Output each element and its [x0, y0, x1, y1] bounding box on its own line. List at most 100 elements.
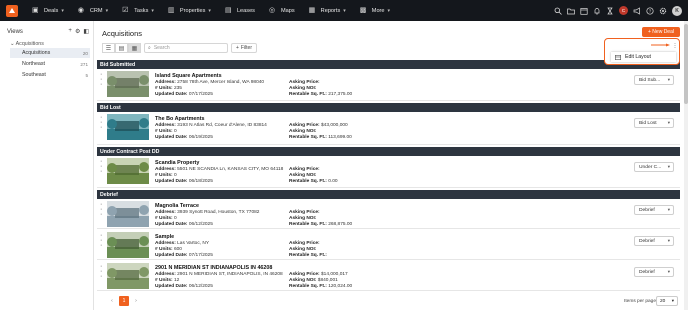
asking-noi-field: Asking NOI:: [289, 129, 316, 134]
card-menu-icon[interactable]: · · ·: [100, 263, 102, 280]
layout-icon: [615, 54, 621, 60]
nav-item-properties[interactable]: ▥ Properties ▾: [168, 7, 211, 15]
stage-select[interactable]: Bid Sub... ▾: [634, 75, 674, 85]
field-value: Las Vartoc, NY: [177, 241, 210, 246]
scrollbar-thumb[interactable]: [684, 24, 688, 104]
field-label: Rentable Sq. Ft.:: [289, 92, 327, 97]
card-menu-icon[interactable]: · · ·: [100, 201, 102, 218]
property-photo[interactable]: [107, 263, 149, 289]
search-input[interactable]: ⌕ Search: [144, 43, 228, 53]
rentable-sqft-field: Rentable Sq. Ft.:: [289, 253, 327, 258]
property-name[interactable]: The Bo Apartments: [155, 116, 205, 122]
stage-select[interactable]: Debrief ▾: [634, 267, 674, 277]
deal-card[interactable]: · · · The Bo Apartments Address: 3193 N Atla…: [97, 112, 680, 145]
field-value: 120,024.00: [328, 284, 353, 289]
field-value: $14,000,017: [321, 272, 348, 277]
chevron-down-icon: ▾: [387, 7, 391, 14]
stage-value: Bid Lost: [639, 120, 657, 126]
help-icon[interactable]: ?: [646, 6, 654, 15]
megaphone-icon[interactable]: [633, 6, 641, 15]
more-options-icon[interactable]: · · ·: [674, 41, 676, 51]
field-value: 3939 Synott Road, Houston, TX 77082: [177, 210, 260, 215]
filter-button[interactable]: + Filter: [231, 43, 257, 53]
field-value: 06/18/2025: [188, 179, 213, 184]
items-per-page-select[interactable]: 20 ▾: [656, 296, 678, 306]
nav-item-deals[interactable]: ▣ Deals ▾: [32, 7, 64, 15]
address-field: Address: 2901 N MERIDIAN ST, INDIANAPOLI…: [155, 272, 283, 277]
property-name[interactable]: Sample: [155, 234, 174, 240]
list-view-button[interactable]: ☰: [102, 43, 115, 53]
property-name[interactable]: 2901 N MERIDIAN ST INDIANAPOLIS IN 46208: [155, 265, 272, 271]
stage-select[interactable]: Bid Lost ▾: [634, 118, 674, 128]
nav-item-reports[interactable]: ▦ Reports ▾: [309, 7, 346, 15]
deal-card[interactable]: · · · Island Square Apartments Address: 2758…: [97, 69, 680, 101]
card-menu-icon[interactable]: · · ·: [100, 158, 102, 175]
field-label: Address:: [155, 123, 176, 128]
top-navbar: ▣ Deals ▾ ◉ CRM ▾ ☑ Tasks ▾ ▥ Properties ▾ ▤ Leases ◎ M…: [0, 0, 688, 21]
app-logo-icon[interactable]: [6, 4, 18, 17]
stage-select[interactable]: Debrief ▾: [634, 205, 674, 215]
card-menu-icon[interactable]: · · ·: [100, 232, 102, 249]
stage-value: Debrief: [639, 238, 655, 244]
page-1-button[interactable]: 1: [119, 296, 129, 306]
calendar-icon[interactable]: [580, 7, 588, 15]
rentable-sqft-field: Rentable Sq. Ft.: 217,375.00: [289, 92, 352, 97]
view-settings-gear-icon[interactable]: ⚙: [75, 28, 80, 35]
field-label: Asking Price:: [289, 167, 320, 172]
asking-price-field: Asking Price:: [289, 167, 320, 172]
stage-select[interactable]: Under C... ▾: [634, 162, 674, 172]
deal-card[interactable]: · · · Scandia Property Address: 5501 NE SCAN…: [97, 156, 680, 188]
field-value: 06/12/2025: [188, 284, 213, 289]
sidebar-item-label: Acquisitions: [22, 50, 51, 56]
views-group-acquisitions[interactable]: ⌄ Acquisitions: [10, 41, 44, 47]
property-name[interactable]: Island Square Apartments: [155, 73, 222, 79]
maps-icon: ◎: [268, 6, 276, 14]
property-name[interactable]: Scandia Property: [155, 160, 199, 166]
user-avatar-small[interactable]: C: [619, 6, 628, 15]
card-menu-icon[interactable]: · · ·: [100, 71, 102, 88]
property-name[interactable]: Magnolia Terrace: [155, 203, 199, 209]
add-view-icon[interactable]: +: [68, 28, 72, 35]
bell-icon[interactable]: [593, 7, 601, 15]
next-page-button[interactable]: ›: [131, 296, 141, 306]
sidebar-item-acquisitions[interactable]: Acquisitions 20: [10, 48, 90, 58]
deal-card[interactable]: · · · Sample Address: Las Vartoc, NY # Units:…: [97, 230, 680, 260]
sidebar-item-northeast[interactable]: Northeast 271: [10, 59, 90, 69]
table-view-button[interactable]: ▤: [115, 43, 128, 53]
timer-icon[interactable]: [606, 7, 614, 15]
folder-icon[interactable]: [567, 7, 575, 15]
settings-gear-icon[interactable]: [659, 7, 667, 15]
sidebar-item-southeast[interactable]: Southeast 5: [10, 70, 90, 80]
address-field: Address: 3193 N Atlas Rd, Coeur d'Alene,…: [155, 123, 267, 128]
nav-item-maps[interactable]: ◎ Maps: [269, 7, 295, 15]
tasks-icon: ☑: [122, 6, 129, 14]
property-photo[interactable]: [107, 71, 149, 97]
table-icon: ▤: [118, 45, 125, 52]
field-value: 0: [173, 129, 177, 134]
field-value: 07/17/2025: [188, 92, 213, 97]
prev-page-button[interactable]: ‹: [107, 296, 117, 306]
property-photo[interactable]: [107, 158, 149, 184]
nav-item-crm[interactable]: ◉ CRM ▾: [78, 7, 108, 15]
property-photo[interactable]: [107, 232, 149, 258]
field-label: Updated Date:: [155, 135, 188, 140]
deal-card[interactable]: · · · 2901 N MERIDIAN ST INDIANAPOLIS IN 46…: [97, 261, 680, 291]
nav-item-leases[interactable]: ▤ Leases: [225, 7, 255, 15]
property-photo[interactable]: [107, 201, 149, 227]
property-photo[interactable]: [107, 114, 149, 140]
stage-select[interactable]: Debrief ▾: [634, 236, 674, 246]
search-icon[interactable]: [554, 7, 562, 15]
nav-item-more[interactable]: ▩ More ▾: [360, 7, 390, 15]
stage-section-header: Bid Lost: [97, 103, 680, 112]
nav-item-label: Tasks: [134, 7, 149, 14]
card-menu-icon[interactable]: · · ·: [100, 114, 102, 131]
field-label: Address:: [155, 241, 176, 246]
nav-item-tasks[interactable]: ☑ Tasks ▾: [122, 7, 154, 15]
collapse-sidebar-icon[interactable]: ◧: [83, 28, 89, 35]
card-view-button[interactable]: ▦: [128, 43, 141, 53]
edit-layout-menu-item[interactable]: Edit Layout: [611, 52, 676, 62]
user-avatar[interactable]: K: [672, 5, 682, 16]
field-label: Rentable Sq. Ft.:: [289, 135, 327, 140]
new-deal-button[interactable]: + New Deal: [642, 27, 680, 37]
deal-card[interactable]: · · · Magnolia Terrace Address: 3939 Synott …: [97, 199, 680, 229]
